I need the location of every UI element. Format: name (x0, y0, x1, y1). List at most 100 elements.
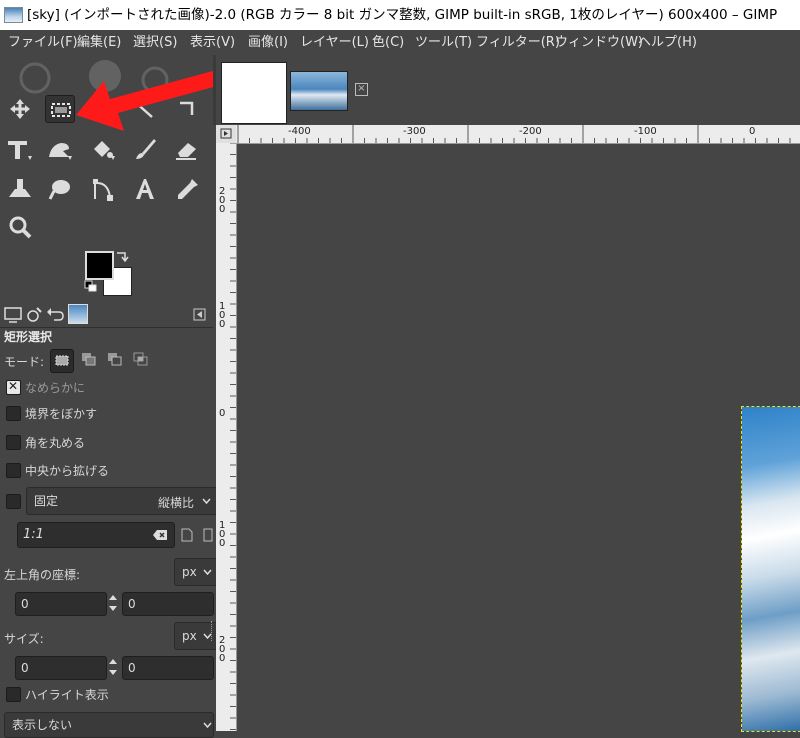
zoom-tool-icon[interactable] (5, 213, 35, 241)
default-colors-icon[interactable] (84, 280, 98, 292)
expand-from-center-checkbox[interactable] (6, 463, 21, 478)
ruler-h-label: -100 (634, 126, 657, 137)
guides-select[interactable]: 表示しない (4, 712, 214, 738)
ruler-v-label: 0 (219, 408, 226, 419)
warp-tool-icon[interactable] (5, 135, 35, 163)
feather-checkbox[interactable] (6, 406, 21, 421)
menu-view[interactable]: 表示(V) (190, 30, 235, 55)
horizontal-ruler-ticks (237, 125, 791, 143)
ruler-v-label: 100 (219, 301, 226, 330)
image-tab-sky[interactable] (290, 71, 348, 111)
position-unit-chevron-icon (203, 569, 212, 576)
menu-select[interactable]: 選択(S) (133, 30, 177, 55)
highlight-label: ハイライト表示 (25, 688, 109, 702)
highlight-checkbox[interactable] (6, 687, 21, 702)
menu-colors[interactable]: 色(C) (372, 30, 404, 55)
antialias-label: なめらかに (25, 381, 86, 395)
panel-splitter[interactable] (211, 621, 214, 641)
device-status-tab-icon[interactable] (25, 304, 45, 324)
fixed-option-chevron-icon (202, 498, 211, 505)
rounded-corners-checkbox[interactable] (6, 435, 21, 450)
menu-layer[interactable]: レイヤー(L) (300, 30, 369, 55)
menu-tools[interactable]: ツール(T) (415, 30, 472, 55)
landscape-icon[interactable] (203, 528, 213, 542)
toolbox (0, 55, 228, 301)
mode-add-icon[interactable] (80, 351, 98, 369)
menu-help[interactable]: ヘルプ(H) (638, 30, 697, 55)
portrait-icon[interactable] (181, 528, 193, 542)
size-width-input[interactable]: 0 (15, 656, 107, 680)
position-y-input[interactable]: 0 (122, 592, 214, 616)
tool-options-dock: 矩形選択 モード: なめらかに 境界をぼかす 角を丸める 中央から拡げる 固定 … (0, 301, 218, 738)
color-picker-tool-icon[interactable] (172, 175, 202, 203)
mode-subtract-icon[interactable] (106, 351, 124, 369)
ruler-v-label: 200 (219, 186, 226, 215)
close-tab-icon[interactable]: × (355, 83, 368, 96)
app-icon (4, 7, 23, 23)
position-y-value: 0 (128, 597, 136, 611)
ruler-h-label: -300 (403, 126, 426, 137)
ruler-h-label: -400 (288, 126, 311, 137)
ruler-v-label: 100 (219, 520, 226, 549)
text-tool-icon[interactable] (130, 175, 160, 203)
ruler-corner[interactable] (216, 125, 236, 143)
size-label: サイズ: (4, 632, 44, 646)
mode-label: モード: (4, 355, 45, 369)
clear-field-icon[interactable] (152, 529, 168, 541)
menu-edit[interactable]: 編集(E) (77, 30, 121, 55)
ruler-h-label: 0 (749, 126, 756, 137)
guides-value: 表示しない (12, 718, 73, 732)
sky-image-canvas[interactable] (741, 406, 800, 732)
size-height-value: 0 (128, 661, 136, 675)
canvas-area[interactable]: -400 -300 -200 -100 0 200 100 0 100 200 (216, 125, 800, 732)
title-bar: [sky] (インポートされた画像)-2.0 (RGB カラー 8 bit ガン… (0, 0, 800, 30)
fixed-option-select[interactable]: 縦横比 (158, 494, 194, 511)
image-tabs: × (213, 55, 800, 125)
expand-from-center-label: 中央から拡げる (25, 464, 110, 478)
rounded-corners-label: 角を丸める (25, 436, 86, 450)
mode-intersect-icon[interactable] (132, 351, 150, 369)
images-tab-icon[interactable] (68, 304, 88, 324)
size-width-value: 0 (21, 661, 29, 675)
position-x-spinner-icon[interactable] (107, 592, 119, 614)
image-tab-untitled[interactable] (222, 63, 286, 123)
mode-replace-button[interactable] (50, 349, 74, 373)
menu-windows[interactable]: ウィンドウ(W) (555, 30, 643, 55)
eraser-tool-icon[interactable] (172, 135, 202, 163)
paintbrush-tool-icon[interactable] (130, 135, 160, 163)
menu-bar: ファイル(F) 編集(E) 選択(S) 表示(V) 画像(I) レイヤー(L) … (0, 30, 800, 55)
clone-tool-icon[interactable] (5, 175, 35, 203)
fixed-label: 固定 (34, 494, 59, 508)
size-height-input[interactable]: 0 (122, 656, 214, 680)
dock-tabs (0, 301, 213, 328)
move-tool-icon[interactable] (5, 95, 35, 123)
horizontal-ruler[interactable]: -400 -300 -200 -100 0 (236, 125, 800, 144)
swap-colors-icon[interactable] (115, 251, 129, 263)
ratio-value: 1:1 (23, 527, 44, 542)
lasso-tool-icon[interactable] (45, 175, 75, 203)
paths-tool-icon[interactable] (88, 175, 118, 203)
size-width-spinner-icon[interactable] (107, 656, 119, 678)
foreground-color-swatch[interactable] (85, 251, 114, 280)
guides-chevron-icon (203, 722, 212, 729)
tool-options-tab-icon[interactable] (3, 304, 23, 324)
menu-image[interactable]: 画像(I) (248, 30, 288, 55)
position-x-value: 0 (21, 597, 29, 611)
ruler-h-label: -200 (519, 126, 542, 137)
smudge-tool-icon[interactable] (45, 135, 75, 163)
size-unit-value: px (182, 629, 197, 643)
fixed-checkbox[interactable] (6, 494, 21, 509)
position-label: 左上角の座標: (4, 568, 81, 582)
bucket-fill-tool-icon[interactable] (88, 135, 118, 163)
tool-options-title: 矩形選択 (4, 330, 53, 344)
ruler-v-label: 200 (219, 635, 226, 664)
antialias-checkbox[interactable] (6, 379, 21, 395)
undo-history-tab-icon[interactable] (46, 304, 66, 324)
dock-menu-icon[interactable] (193, 304, 207, 324)
position-x-input[interactable]: 0 (15, 592, 107, 616)
vertical-ruler[interactable]: 200 100 0 100 200 (216, 143, 237, 731)
window-title: [sky] (インポートされた画像)-2.0 (RGB カラー 8 bit ガン… (27, 7, 778, 23)
feather-label: 境界をぼかす (25, 407, 98, 421)
menu-filters[interactable]: フィルター(R) (476, 30, 560, 55)
menu-file[interactable]: ファイル(F) (8, 30, 78, 55)
